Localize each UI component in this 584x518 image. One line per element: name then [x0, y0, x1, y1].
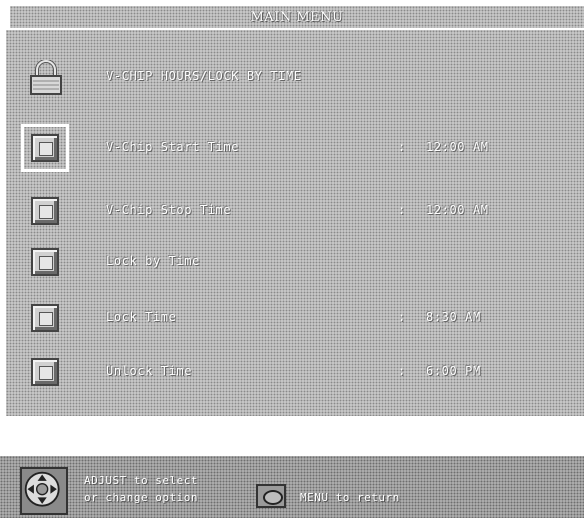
- adjust-hint-line2: or change option: [84, 491, 198, 504]
- menu-title: MAIN MENU: [250, 9, 344, 25]
- title-bar: MAIN MENU: [10, 6, 584, 28]
- menu-return-hint: MENU to return: [300, 491, 400, 504]
- separator: :: [398, 203, 406, 217]
- option-box-icon: [31, 304, 59, 332]
- lock-icon: [30, 60, 62, 95]
- menu-item-lock-time[interactable]: Lock Time : 8:30 AM: [6, 301, 584, 337]
- menu-item-label: Lock by Time: [106, 254, 200, 268]
- menu-item-vchip-start-time[interactable]: V-Chip Start Time : 12:00 AM: [6, 124, 584, 172]
- option-box-icon: [31, 358, 59, 386]
- section-title: V-CHIP HOURS/LOCK BY TIME: [106, 69, 302, 83]
- dpad-icon: [20, 467, 68, 515]
- option-box-icon: [31, 197, 59, 225]
- separator: :: [398, 140, 406, 154]
- menu-item-value: 12:00 AM: [426, 140, 489, 154]
- menu-item-label: Lock Time: [106, 310, 177, 324]
- option-box-icon: [31, 248, 59, 276]
- menu-item-value: 12:00 AM: [426, 203, 489, 217]
- help-bar: [0, 456, 584, 518]
- menu-item-label: V-Chip Start Time: [106, 140, 240, 154]
- main-panel: V-CHIP HOURS/LOCK BY TIME V-Chip Start T…: [6, 30, 584, 416]
- menu-item-label: Unlock Time: [106, 364, 193, 378]
- section-header: V-CHIP HOURS/LOCK BY TIME: [6, 60, 584, 96]
- separator: :: [398, 310, 406, 324]
- menu-item-value: 8:30 AM: [426, 310, 481, 324]
- menu-item-value: 6:00 PM: [426, 364, 481, 378]
- menu-button-icon: [256, 484, 286, 508]
- menu-item-label: V-Chip Stop Time: [106, 203, 232, 217]
- separator: :: [398, 364, 406, 378]
- option-box-icon: [21, 124, 69, 172]
- menu-item-vchip-stop-time[interactable]: V-Chip Stop Time : 12:00 AM: [6, 194, 584, 230]
- menu-item-unlock-time[interactable]: Unlock Time : 6:00 PM: [6, 355, 584, 391]
- menu-item-lock-by-time[interactable]: Lock by Time: [6, 245, 584, 281]
- adjust-hint-line1: ADJUST to select: [84, 474, 198, 487]
